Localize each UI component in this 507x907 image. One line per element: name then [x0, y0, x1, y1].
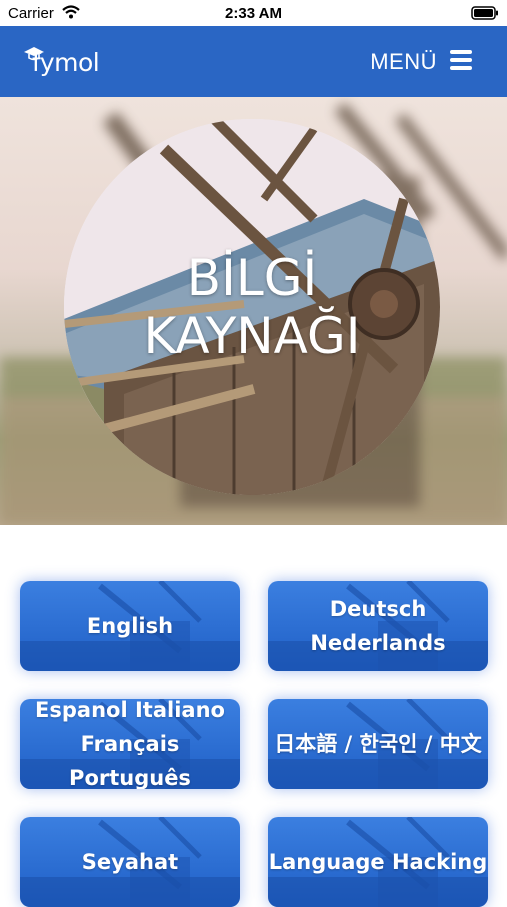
language-category-grid: English Deutsch Nederlands Espanol Itali… — [0, 525, 507, 907]
category-label: Espanol Italiano Français Português — [35, 699, 225, 789]
clock: 2:33 AM — [225, 5, 282, 22]
hero-title-line-2: KAYNAĞI — [143, 307, 361, 365]
category-button-deutsch-nederlands[interactable]: Deutsch Nederlands — [268, 581, 488, 671]
category-label: 日本語 / 한국인 / 中文 — [274, 732, 482, 756]
category-button-seyahat[interactable]: Seyahat — [20, 817, 240, 907]
category-label: Deutsch Nederlands — [310, 597, 446, 655]
hero-banner: BİLGİ KAYNAĞI — [0, 97, 507, 525]
category-button-language-hacking[interactable]: Language Hacking — [268, 817, 488, 907]
category-button-asian-languages[interactable]: 日本語 / 한국인 / 中文 — [268, 699, 488, 789]
category-label: Seyahat — [81, 850, 179, 874]
category-button-romance-languages[interactable]: Espanol Italiano Français Português — [20, 699, 240, 789]
category-label: Language Hacking — [268, 850, 488, 874]
logo-text: fymol — [32, 48, 100, 77]
battery-icon — [471, 6, 499, 24]
category-label: English — [86, 614, 174, 638]
menu-label: MENÜ — [370, 49, 437, 74]
hero-title-line-1: BİLGİ — [186, 249, 318, 307]
hamburger-icon — [449, 49, 473, 76]
category-button-english[interactable]: English — [20, 581, 240, 671]
menu-button[interactable]: MENÜ — [370, 46, 473, 78]
status-bar: Carrier 2:33 AM — [0, 0, 507, 26]
app-header: fymol MENÜ — [0, 26, 507, 97]
hero-title: BİLGİ KAYNAĞI — [64, 119, 440, 495]
